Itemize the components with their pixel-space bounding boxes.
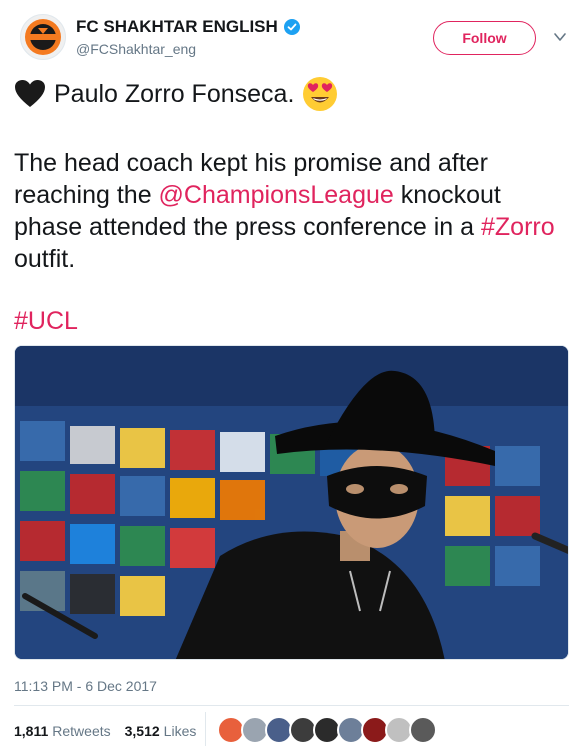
black-heart-icon (15, 80, 45, 107)
likers-avatars (217, 716, 437, 744)
retweets-count[interactable]: 1,811 (14, 723, 48, 739)
stats-separator (205, 712, 206, 746)
likes-label[interactable]: Likes (164, 723, 197, 739)
tweet-stats: 1,811 Retweets 3,512 Likes (14, 715, 196, 747)
display-name[interactable]: FC SHAKHTAR ENGLISH (76, 17, 300, 37)
tweet-timestamp[interactable]: 11:13 PM - 6 Dec 2017 (14, 678, 157, 694)
divider (14, 705, 569, 706)
tweet-line1-text: Paulo Zorro Fonseca. (54, 80, 295, 108)
tweet-photo[interactable] (14, 345, 569, 660)
heart-eyes-emoji-icon (303, 77, 338, 111)
account-handle[interactable]: @FCShakhtar_eng (76, 41, 196, 57)
likes-count[interactable]: 3,512 (125, 723, 160, 739)
verified-badge-icon (283, 19, 300, 35)
liker-avatar[interactable] (409, 716, 437, 744)
tweet-text-line1: Paulo Zorro Fonseca. (14, 76, 569, 112)
retweets-label[interactable]: Retweets (52, 723, 110, 739)
hashtag-ucl-link[interactable]: #UCL (14, 305, 78, 337)
follow-button[interactable]: Follow (433, 21, 536, 55)
hashtag-zorro-link[interactable]: #Zorro (481, 213, 555, 241)
account-avatar[interactable] (20, 14, 66, 60)
mention-link[interactable]: @ChampionsLeague (159, 181, 394, 209)
tweet-body: The head coach kept his promise and afte… (14, 147, 569, 275)
chevron-down-icon[interactable] (553, 30, 567, 44)
tweet-header: FC SHAKHTAR ENGLISH @FCShakhtar_eng Foll… (0, 0, 581, 70)
tweet-body-part3: outfit. (14, 245, 76, 273)
press-conference-photo (15, 346, 568, 659)
shakhtar-logo (25, 19, 61, 55)
display-name-text[interactable]: FC SHAKHTAR ENGLISH (76, 17, 278, 37)
